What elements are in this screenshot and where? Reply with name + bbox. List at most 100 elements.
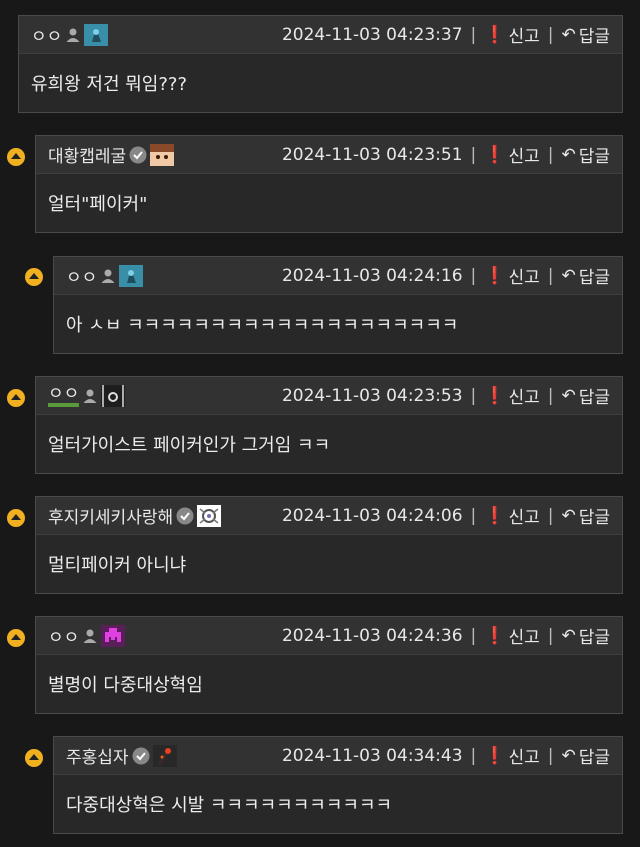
user-icon (66, 28, 80, 42)
nickname-text[interactable]: ㅇㅇ (66, 263, 97, 288)
report-label: 신고 (508, 27, 540, 47)
reply-button[interactable]: ↶ 답글 (561, 503, 610, 529)
divider: | (547, 385, 554, 406)
avatar-icon (84, 23, 109, 46)
comment-date: 2024-11-03 04:23:37 (281, 24, 463, 45)
reply-button[interactable]: ↶ 답글 (561, 263, 610, 289)
comment-header: 대황캡레굴 2024-11-03 04:23:51 | ❗ 신고 | ↶ 답글 (36, 136, 622, 174)
collapse-toggle-icon[interactable] (7, 509, 25, 527)
reply-button[interactable]: ↶ 답글 (561, 383, 610, 409)
verified-check-icon (176, 507, 194, 524)
comment: ㅇㅇ 2024-11-03 04:23:53 | ❗ 신고 | ↶ 답글 얼터가이스… (35, 376, 623, 474)
exclamation-icon: ❗ (484, 265, 506, 286)
comment-text: 얼터"페이커" (48, 193, 148, 215)
divider: | (547, 144, 554, 165)
divider: | (547, 265, 554, 286)
nickname[interactable]: ㅇㅇ (48, 384, 126, 407)
reply-label: 답글 (578, 748, 610, 768)
divider: | (470, 24, 477, 45)
divider: | (547, 24, 554, 45)
nickname[interactable]: ㅇㅇ (31, 22, 109, 47)
reply-arrow-icon: ↶ (561, 265, 576, 286)
avatar-icon (101, 624, 126, 647)
exclamation-icon: ❗ (484, 144, 506, 165)
report-button[interactable]: ❗ 신고 (484, 263, 539, 289)
comment: 후지키세키사랑해 2024-11-03 04:24:06 | ❗ 신고 | ↶ 답글… (35, 496, 623, 594)
reply-button[interactable]: ↶ 답글 (561, 142, 610, 168)
reply-arrow-icon: ↶ (561, 625, 576, 646)
comment-text: 다중대상혁은 시발 ㅋㅋㅋㅋㅋㅋㅋㅋㅋㅋㅋ (66, 794, 393, 816)
comment-date: 2024-11-03 04:34:43 (281, 745, 463, 766)
comment-text: 유희왕 저건 뭐임??? (31, 73, 188, 95)
report-label: 신고 (508, 388, 540, 408)
nickname-text[interactable]: ㅇㅇ (48, 623, 79, 648)
comment-text: 별명이 다중대상혁임 (48, 674, 203, 696)
reply-label: 답글 (578, 147, 610, 167)
comment: 대황캡레굴 2024-11-03 04:23:51 | ❗ 신고 | ↶ 답글 얼터… (35, 135, 623, 233)
report-button[interactable]: ❗ 신고 (484, 503, 539, 529)
nickname-text[interactable]: ㅇㅇ (48, 385, 80, 407)
comment-text: 아 ㅅㅂ ㅋㅋㅋㅋㅋㅋㅋㅋㅋㅋㅋㅋㅋㅋㅋㅋㅋㅋㅋㅋ (66, 314, 459, 336)
reply-button[interactable]: ↶ 답글 (561, 22, 610, 48)
report-label: 신고 (508, 628, 540, 648)
comment-text: 멀티페이커 아니냐 (48, 554, 187, 576)
nickname[interactable]: ㅇㅇ (48, 623, 126, 648)
avatar-icon (150, 143, 175, 166)
reply-arrow-icon: ↶ (561, 24, 576, 45)
collapse-toggle-icon[interactable] (25, 268, 43, 286)
reply-button[interactable]: ↶ 답글 (561, 623, 610, 649)
comment: ㅇㅇ 2024-11-03 04:23:37 | ❗ 신고 | ↶ 답글 유희왕 저… (18, 15, 623, 113)
comment-header: 주홍십자 2024-11-03 04:34:43 | ❗ 신고 | ↶ 답글 (54, 737, 622, 775)
comment-header: ㅇㅇ 2024-11-03 04:24:16 | ❗ 신고 | ↶ 답글 (54, 257, 622, 295)
collapse-toggle-icon[interactable] (25, 749, 43, 767)
user-icon (83, 629, 97, 643)
reply-arrow-icon: ↶ (561, 385, 576, 406)
user-icon (101, 269, 115, 283)
nickname-text[interactable]: ㅇㅇ (31, 22, 62, 47)
nickname-text[interactable]: 후지키세키사랑해 (48, 503, 173, 528)
reply-button[interactable]: ↶ 답글 (561, 743, 610, 769)
divider: | (547, 625, 554, 646)
nickname[interactable]: 주홍십자 (66, 743, 177, 768)
reply-arrow-icon: ↶ (561, 745, 576, 766)
comment-header: ㅇㅇ 2024-11-03 04:23:53 | ❗ 신고 | ↶ 답글 (36, 377, 622, 415)
verified-check-icon (129, 146, 147, 163)
reply-label: 답글 (578, 268, 610, 288)
nickname[interactable]: ㅇㅇ (66, 263, 144, 288)
report-label: 신고 (508, 147, 540, 167)
nickname[interactable]: 대황캡레굴 (48, 142, 175, 167)
nickname[interactable]: 후지키세키사랑해 (48, 503, 222, 528)
nickname-text[interactable]: 대황캡레굴 (48, 142, 126, 167)
divider: | (470, 505, 477, 526)
nickname-text[interactable]: 주홍십자 (66, 743, 129, 768)
exclamation-icon: ❗ (484, 24, 506, 45)
report-button[interactable]: ❗ 신고 (484, 22, 540, 48)
report-label: 신고 (508, 748, 540, 768)
avatar-icon (119, 264, 144, 287)
collapse-toggle-icon[interactable] (7, 389, 25, 407)
reply-arrow-icon: ↶ (561, 505, 576, 526)
comment-date: 2024-11-03 04:24:06 (281, 505, 463, 526)
divider: | (470, 265, 477, 286)
divider: | (547, 505, 554, 526)
report-button[interactable]: ❗ 신고 (484, 743, 540, 769)
comment-date: 2024-11-03 04:23:53 (281, 385, 463, 406)
reply-label: 답글 (578, 628, 610, 648)
report-button[interactable]: ❗ 신고 (484, 383, 540, 409)
collapse-toggle-icon[interactable] (7, 629, 25, 647)
user-icon (83, 389, 97, 403)
comment: ㅇㅇ 2024-11-03 04:24:36 | ❗ 신고 | ↶ 답글 별명이 다… (35, 616, 623, 714)
reply-arrow-icon: ↶ (561, 144, 576, 165)
collapse-toggle-icon[interactable] (7, 148, 25, 166)
avatar-icon (101, 384, 126, 407)
exclamation-icon: ❗ (484, 385, 506, 406)
comment-text: 얼터가이스트 페이커인가 그거임 ㅋㅋ (48, 434, 331, 456)
exclamation-icon: ❗ (484, 505, 506, 526)
report-button[interactable]: ❗ 신고 (484, 142, 540, 168)
report-button[interactable]: ❗ 신고 (484, 623, 540, 649)
divider: | (547, 745, 554, 766)
avatar-icon (152, 744, 177, 767)
divider: | (470, 144, 477, 165)
comment-header: ㅇㅇ 2024-11-03 04:24:36 | ❗ 신고 | ↶ 답글 (36, 617, 622, 655)
reply-label: 답글 (578, 27, 610, 47)
